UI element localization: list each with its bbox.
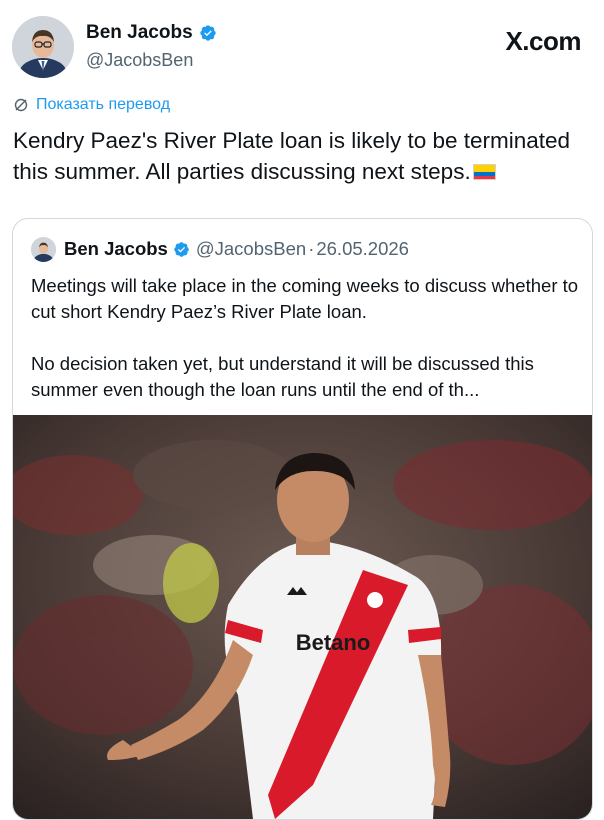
- player-photo-illustration: Betano: [13, 415, 592, 819]
- quoted-author-handle[interactable]: @JacobsBen: [196, 238, 306, 260]
- translate-label[interactable]: Показать перевод: [36, 96, 170, 114]
- meta-separator: ·: [308, 238, 315, 259]
- verified-badge-icon: [174, 241, 189, 257]
- ecuador-flag-icon: [472, 164, 496, 180]
- show-translation-button[interactable]: Показать перевод: [13, 96, 170, 114]
- quoted-date[interactable]: 26.05.2026: [316, 238, 409, 260]
- quoted-author-name[interactable]: Ben Jacobs: [64, 238, 168, 260]
- quoted-author-avatar[interactable]: [31, 237, 56, 262]
- quoted-header: Ben Jacobs @JacobsBen · 26.05.2026: [64, 238, 409, 260]
- author-name-row[interactable]: Ben Jacobs: [86, 22, 217, 44]
- quoted-tweet-card[interactable]: Ben Jacobs @JacobsBen · 26.05.2026 Meeti…: [12, 218, 593, 820]
- quoted-paragraph-1: Meetings will take place in the coming w…: [31, 275, 579, 322]
- jersey-sponsor-text: Betano: [296, 630, 371, 655]
- verified-badge-icon: [199, 25, 216, 41]
- author-name[interactable]: Ben Jacobs: [86, 22, 193, 44]
- quoted-paragraph-2: No decision taken yet, but understand it…: [31, 353, 534, 400]
- x-logo: X.com: [505, 26, 581, 56]
- translate-globe-icon: [14, 98, 28, 112]
- author-handle[interactable]: @JacobsBen: [86, 50, 193, 71]
- quoted-text: Meetings will take place in the coming w…: [31, 273, 581, 403]
- tweet-text-block: Kendry Paez's River Plate loan is likely…: [13, 125, 593, 187]
- quoted-photo[interactable]: Betano: [13, 415, 592, 819]
- author-avatar[interactable]: [12, 16, 74, 78]
